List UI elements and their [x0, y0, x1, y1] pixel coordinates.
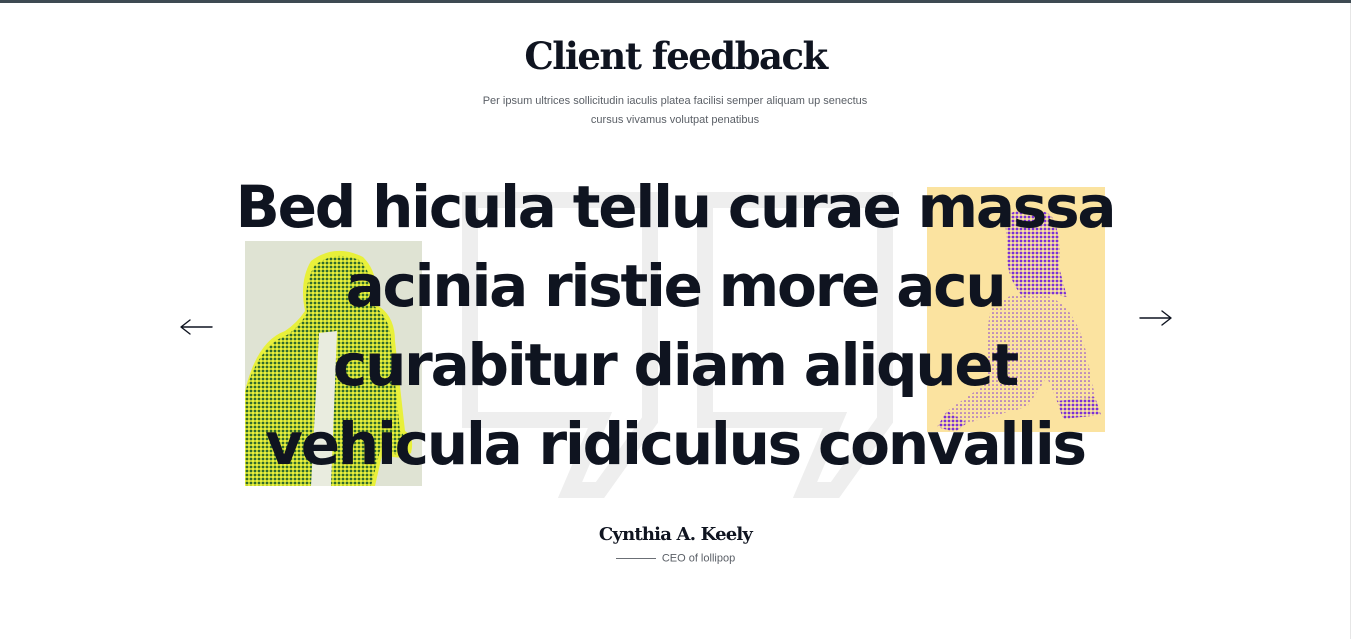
- top-border: [0, 0, 1351, 3]
- next-button[interactable]: [1136, 306, 1176, 330]
- section-title: Client feedback: [524, 34, 828, 78]
- author-name: Cynthia A. Keely: [598, 524, 753, 545]
- author-role: CEO of lollipop: [661, 552, 736, 565]
- arrow-left-icon: [180, 319, 213, 335]
- role-divider: [615, 558, 656, 559]
- testimonial-quote: Bed hicula tellu curae massa acinia rist…: [235, 173, 1117, 478]
- arrow-right-icon: [1139, 310, 1172, 326]
- section-subtitle: Per ipsum ultrices sollicitudin iaculis …: [482, 95, 868, 126]
- author-role-row: CEO of lollipop: [0, 550, 1351, 567]
- previous-button[interactable]: [176, 315, 216, 339]
